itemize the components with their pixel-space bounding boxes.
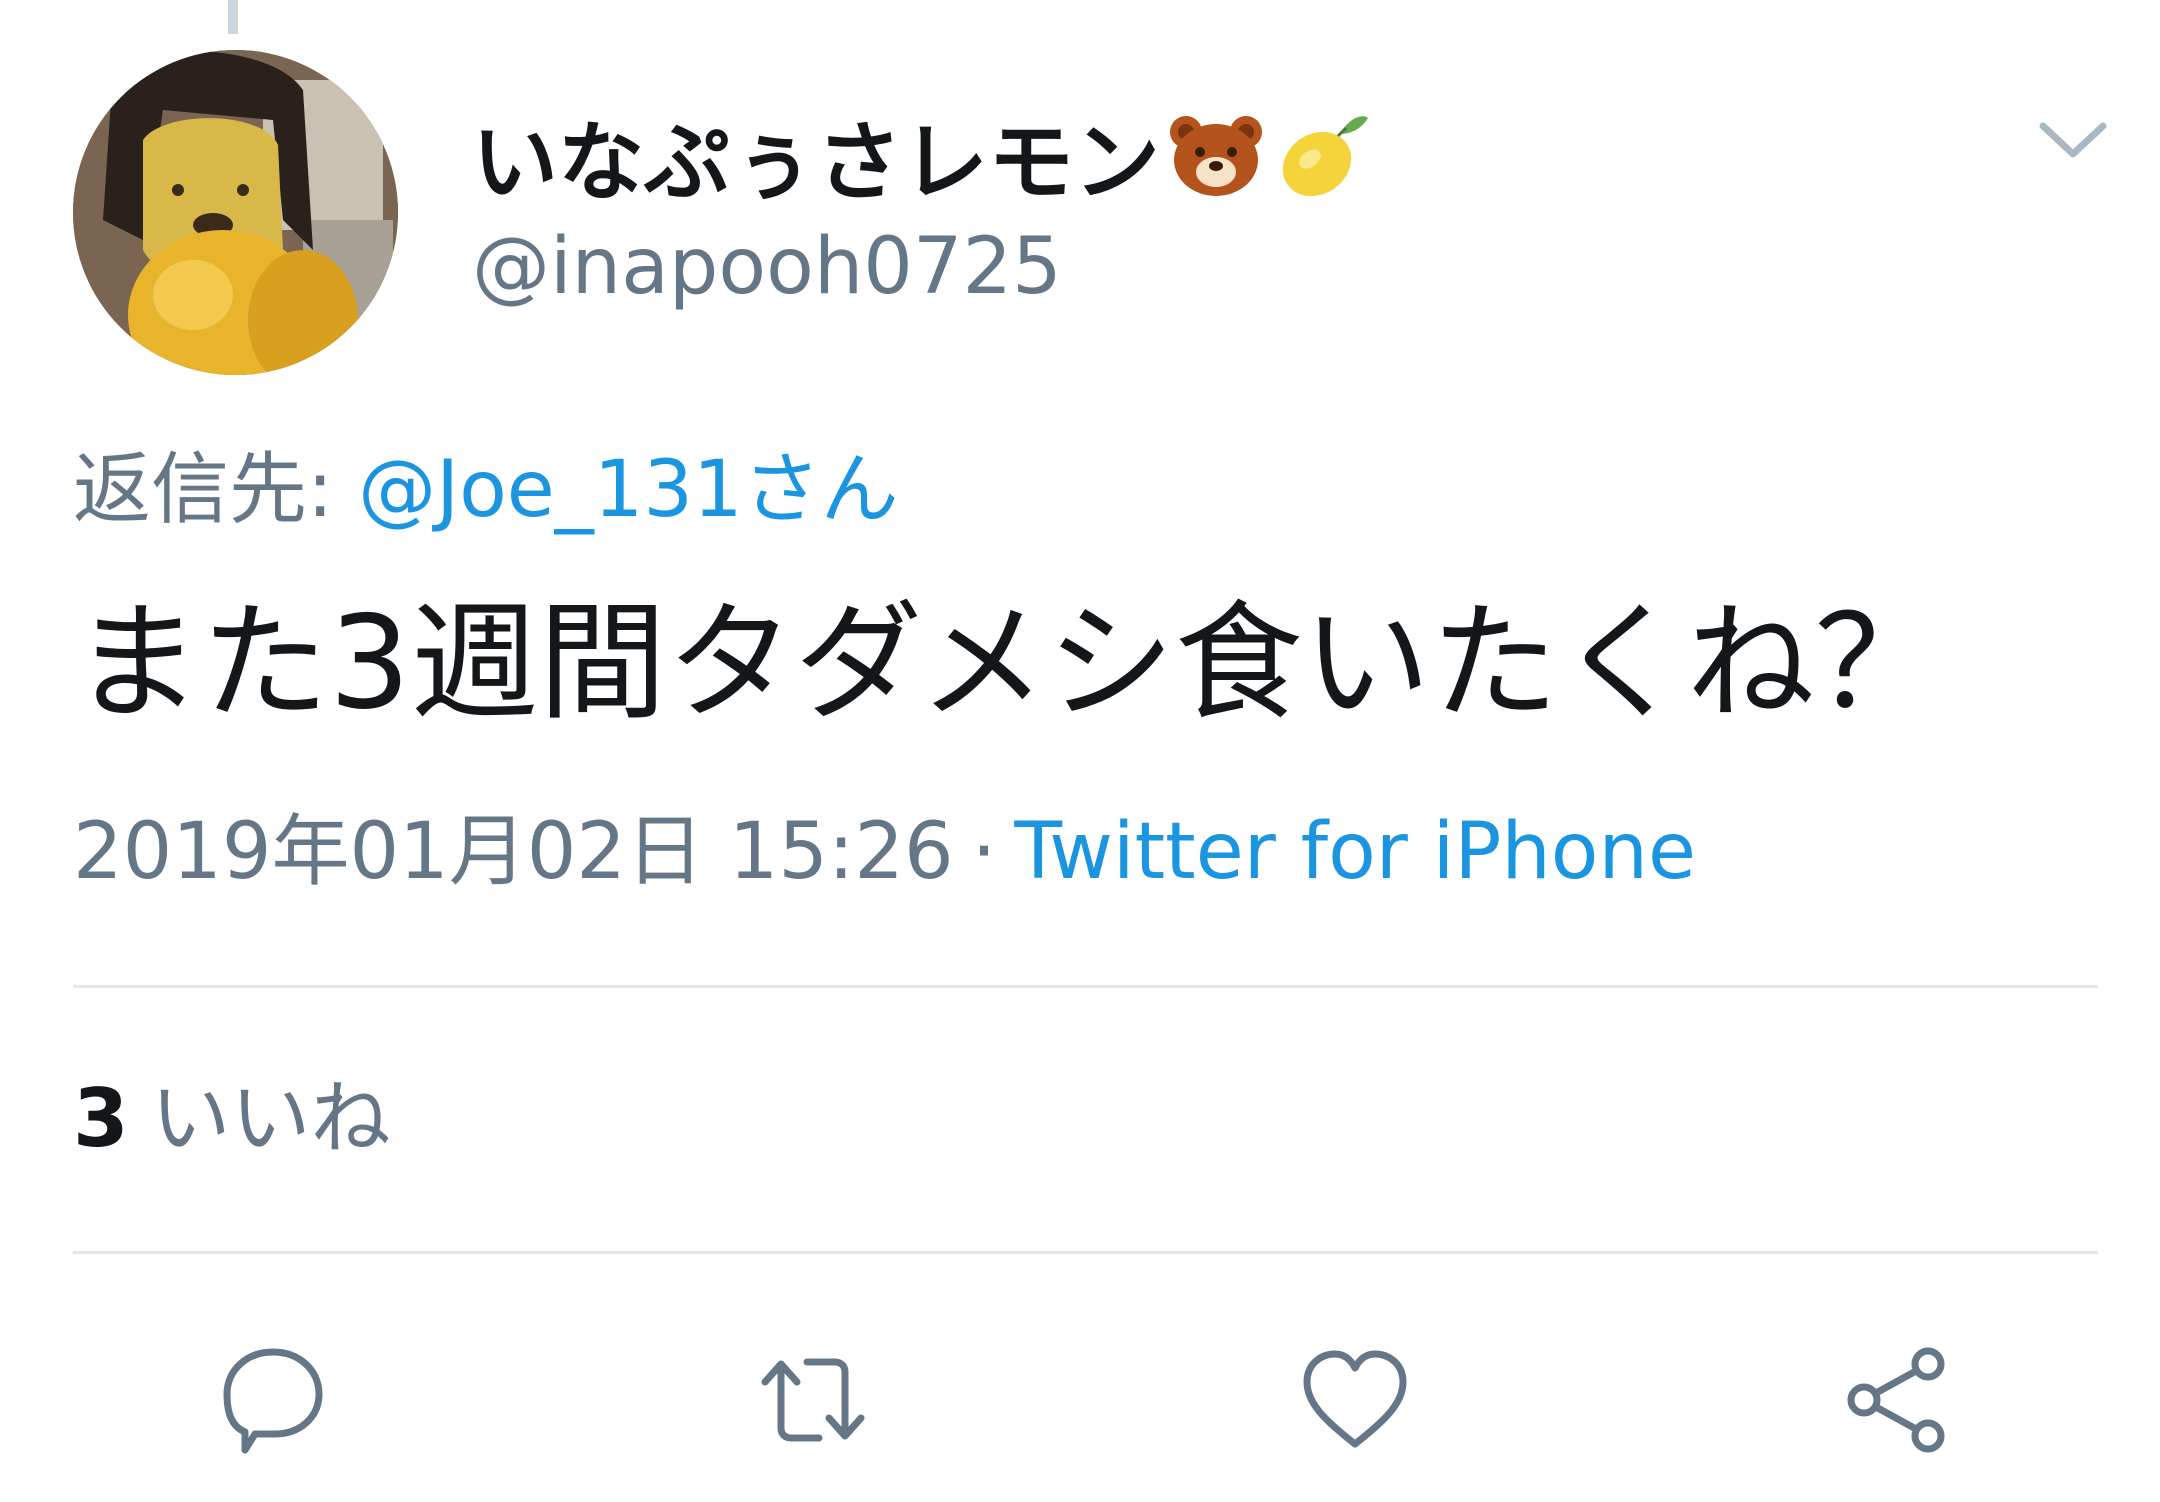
user-handle[interactable]: @inapooh0725 xyxy=(472,228,1062,306)
avatar[interactable] xyxy=(73,50,398,375)
divider xyxy=(73,1251,2098,1254)
like-button[interactable] xyxy=(1290,1335,1420,1465)
share-nodes-icon xyxy=(1847,1347,1945,1453)
reply-target-link[interactable]: @Joe_131さん xyxy=(358,445,899,535)
share-button[interactable] xyxy=(1835,1335,1965,1465)
reply-prefix: 返信先: xyxy=(73,445,334,535)
retweet-arrows-icon xyxy=(761,1358,865,1442)
divider xyxy=(73,985,2098,988)
thread-connector-line xyxy=(228,0,238,34)
chevron-down-icon[interactable] xyxy=(2035,110,2111,170)
tweet-text: また3週間タダメシ食いたくね？ xyxy=(73,589,1943,738)
reply-button[interactable] xyxy=(208,1335,338,1465)
likes-summary[interactable]: 3 いいね xyxy=(73,1075,391,1163)
likes-count: 3 xyxy=(73,1072,129,1165)
reply-context: 返信先: @Joe_131さん xyxy=(73,445,899,535)
display-name[interactable]: いなぷぅさレモン xyxy=(472,104,1372,213)
tweet-meta: 2019年01月02日 15:26 · Twitter for iPhone xyxy=(73,807,1696,897)
speech-bubble-icon xyxy=(223,1348,323,1454)
avatar-image xyxy=(73,50,398,375)
likes-label: いいね xyxy=(150,1072,391,1165)
meta-separator: · xyxy=(971,807,997,897)
display-name-text: いなぷぅさレモン xyxy=(472,112,1160,213)
bear-face-emoji-icon xyxy=(1166,104,1266,204)
heart-icon xyxy=(1303,1350,1407,1448)
tweet-timestamp[interactable]: 2019年01月02日 15:26 xyxy=(73,807,954,897)
retweet-button[interactable] xyxy=(748,1335,878,1465)
lemon-emoji-icon xyxy=(1272,104,1372,204)
tweet-source-link[interactable]: Twitter for iPhone xyxy=(1014,807,1696,897)
